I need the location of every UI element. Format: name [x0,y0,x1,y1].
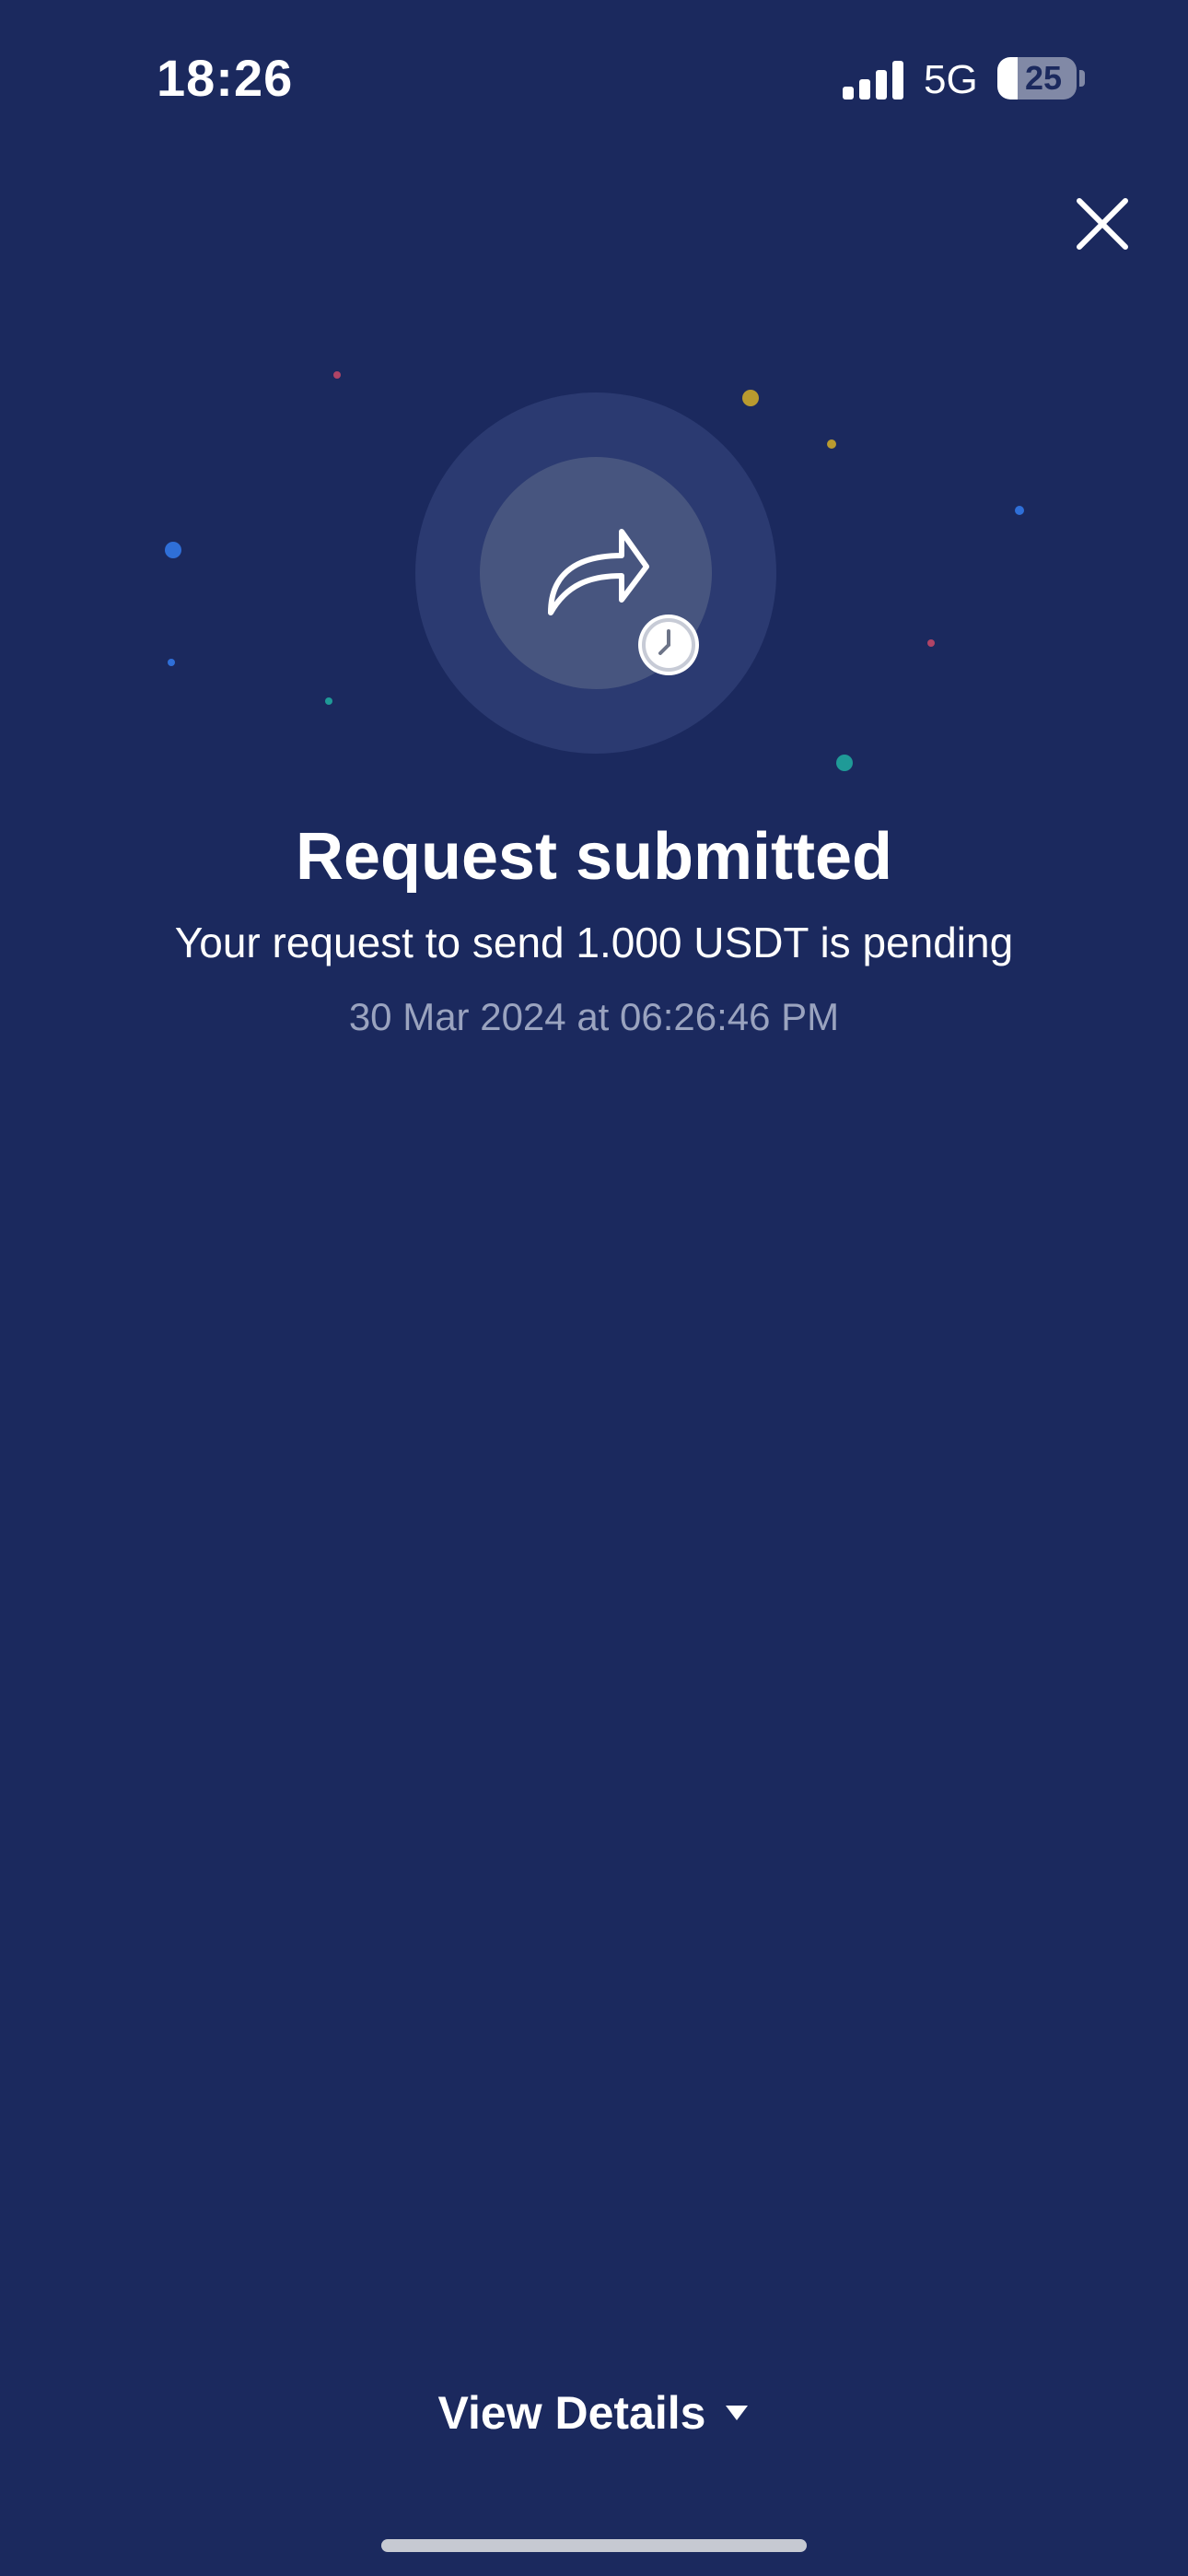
caret-down-icon [726,2406,749,2420]
page-title: Request submitted [295,820,893,894]
confetti-dot [168,659,175,666]
share-arrow-icon [548,529,649,615]
confetti-dot [742,390,759,406]
timestamp: 30 Mar 2024 at 06:26:46 PM [348,995,840,1038]
view-details-button[interactable]: View Details [433,2381,755,2445]
confetti-dot [827,439,836,449]
view-details-label: View Details [437,2387,706,2439]
clock-icon [638,615,699,675]
confetti-dot [836,755,853,771]
home-indicator[interactable] [381,2539,807,2552]
confetti-dot [165,542,181,558]
confetti-dot [1015,506,1024,515]
confetti-dot [325,697,332,705]
status-message: Your request to send 1.000 USDT is pendi… [174,919,1014,966]
confetti-dot [333,371,341,379]
confetti-dot [927,639,935,647]
